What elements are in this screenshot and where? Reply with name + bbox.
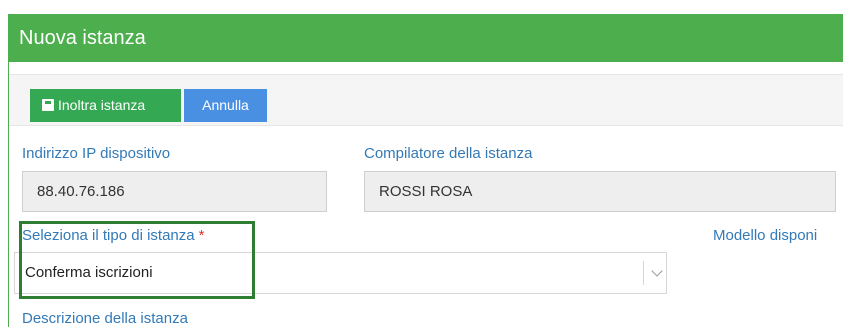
compiler-label: Compilatore della istanza <box>364 145 533 162</box>
instance-type-select[interactable]: Conferma iscrizioni <box>14 252 667 294</box>
ip-field: 88.40.76.186 <box>22 171 327 212</box>
select-divider <box>643 261 644 285</box>
description-label: Descrizione della istanza <box>22 310 188 327</box>
instance-type-selected: Conferma iscrizioni <box>25 264 153 281</box>
model-label: Modello disponi <box>713 227 818 244</box>
page: Nuova istanza Inoltra istanza Annulla In… <box>0 0 843 327</box>
forward-instance-button[interactable]: Inoltra istanza <box>30 89 181 122</box>
instance-type-label-text: Seleziona il tipo di istanza <box>22 227 195 244</box>
ip-label: Indirizzo IP dispositivo <box>22 145 171 162</box>
save-icon <box>42 99 54 111</box>
cancel-button[interactable]: Annulla <box>184 89 267 122</box>
forward-button-label: Inoltra istanza <box>58 97 146 113</box>
action-toolbar: Inoltra istanza Annulla <box>9 74 843 126</box>
chevron-down-icon[interactable] <box>651 265 663 277</box>
panel-title: Nuova istanza <box>9 15 843 62</box>
compiler-field: ROSSI ROSA <box>364 171 836 212</box>
required-mark: * <box>198 227 205 244</box>
instance-type-label: Seleziona il tipo di istanza * <box>22 227 204 244</box>
